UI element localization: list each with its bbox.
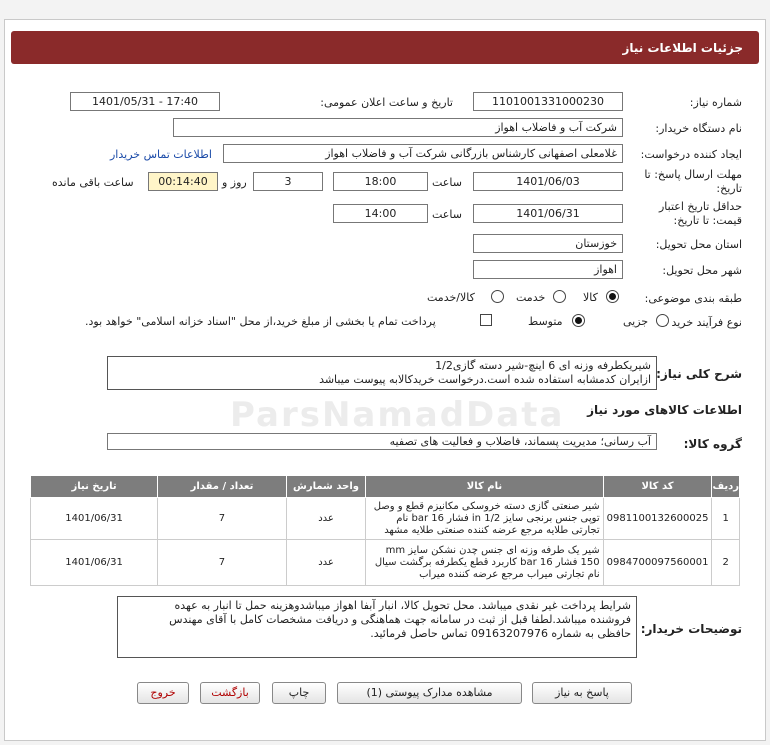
validity-label-2: قیمت: تا تاریخ:: [673, 214, 742, 227]
need-number-label: شماره نیاز:: [689, 96, 742, 109]
category-service-label: خدمت: [516, 291, 546, 304]
creator-field[interactable]: غلامعلی اصفهانی کارشناس بازرگانی شرکت آب…: [223, 144, 623, 163]
category-goods-service-label: کالا/خدمت: [427, 291, 475, 304]
announce-label: تاریخ و ساعت اعلان عمومی:: [320, 96, 453, 109]
goods-info-title: اطلاعات کالاهای مورد نیاز: [587, 403, 742, 417]
remaining-time-field: 00:14:40: [148, 172, 218, 191]
page-title: جزئیات اطلاعات نیاز: [11, 31, 759, 64]
buyer-org-label: نام دستگاه خریدار:: [655, 122, 742, 135]
city-field[interactable]: اهواز: [473, 260, 623, 279]
process-minor-radio[interactable]: [656, 314, 669, 327]
back-button[interactable]: بازگشت: [200, 682, 260, 704]
category-service-radio[interactable]: [553, 290, 566, 303]
category-label: طبقه بندی موضوعی:: [644, 292, 742, 305]
col-name: نام کالا: [365, 475, 604, 498]
buyer-notes-line-3: حافظی به شماره 09163207976 تماس حاصل فرم…: [370, 627, 631, 640]
province-field[interactable]: خوزستان: [473, 234, 623, 253]
buyer-contact-link[interactable]: اطلاعات تماس خریدار: [110, 148, 212, 161]
general-desc-line-2: ازایران کدمشابه استفاده شده است.درخواست …: [319, 373, 651, 386]
buyer-org-field[interactable]: شرکت آب و فاضلاب اهواز: [173, 118, 623, 137]
validity-date-field[interactable]: 1401/06/31: [473, 204, 623, 223]
category-goods-label: کالا: [583, 291, 598, 304]
buyer-notes-line-1: شرایط پرداخت غیر نقدی میباشد. محل تحویل …: [174, 599, 631, 612]
treasury-checkbox[interactable]: [480, 314, 492, 326]
deadline-label-2: تاریخ:: [716, 182, 742, 195]
reply-button[interactable]: پاسخ به نیاز: [532, 682, 632, 704]
col-unit: واحد شمارش: [285, 475, 367, 498]
process-label: نوع فرآیند خرید :: [664, 316, 742, 329]
validity-label: حداقل تاریخ اعتبار: [658, 200, 742, 213]
buyer-notes-line-2: فروشنده میباشد.لطفا قبل از ثبت در سامانه…: [169, 613, 631, 626]
deadline-time-field[interactable]: 18:00: [333, 172, 428, 191]
print-button[interactable]: چاپ: [272, 682, 326, 704]
validity-time-label: ساعت: [432, 208, 462, 221]
category-goods-service-radio[interactable]: [491, 290, 504, 303]
col-date: تاریخ نیاز: [29, 475, 159, 498]
buyer-notes-box: شرایط پرداخت غیر نقدی میباشد. محل تحویل …: [117, 596, 637, 658]
table-row[interactable]: 1 0981100132600025 شیر صنعتی گازی دسته خ…: [29, 497, 740, 540]
exit-button[interactable]: خروج: [137, 682, 189, 704]
cell-qty: 7: [157, 539, 287, 586]
process-medium-label: متوسط: [528, 315, 563, 328]
cell-row: 2: [711, 539, 740, 586]
process-minor-label: جزیی: [623, 315, 649, 328]
items-table: ردیف کد کالا نام کالا واحد شمارش تعداد /…: [29, 475, 740, 586]
cell-date: 1401/06/31: [29, 497, 159, 540]
col-code: کد کالا: [602, 475, 713, 498]
payment-note: پرداخت تمام یا بخشی از مبلغ خرید،از محل …: [85, 315, 436, 328]
remaining-label: ساعت باقی مانده: [52, 176, 134, 189]
col-row: ردیف: [711, 475, 740, 498]
city-label: شهر محل تحویل:: [662, 264, 742, 277]
goods-group-field: آب رسانی؛ مدیریت پسماند، فاضلاب و فعالیت…: [107, 433, 657, 450]
announce-field[interactable]: 1401/05/31 - 17:40: [70, 92, 220, 111]
cell-row: 1: [711, 497, 740, 540]
process-medium-radio[interactable]: [572, 314, 585, 327]
deadline-date-field[interactable]: 1401/06/03: [473, 172, 623, 191]
province-label: استان محل تحویل:: [655, 238, 742, 251]
general-desc-label: شرح کلی نیاز:: [656, 367, 742, 381]
table-row[interactable]: 2 0984700097560001 شیر یک طرفه وزنه ای ج…: [29, 539, 740, 586]
buyer-notes-label: توضیحات خریدار:: [640, 622, 742, 636]
general-desc-box: شیریکطرفه وزنه ای 6 اینچ-شیر دسته گازی1/…: [107, 356, 657, 390]
days-label: روز و: [222, 176, 247, 189]
need-number-field[interactable]: 1101001331000230: [473, 92, 623, 111]
goods-group-label: گروه کالا:: [683, 437, 742, 451]
cell-name: شیر صنعتی گازی دسته خروسکی مکانیزم قطع و…: [365, 497, 604, 540]
cell-date: 1401/06/31: [29, 539, 159, 586]
view-attachments-button[interactable]: مشاهده مدارک پیوستی (1): [337, 682, 522, 704]
category-goods-radio[interactable]: [606, 290, 619, 303]
watermark-logo: ParsNamadData: [230, 395, 565, 435]
days-field[interactable]: 3: [253, 172, 323, 191]
cell-unit: عدد: [285, 497, 367, 540]
col-qty: تعداد / مقدار: [157, 475, 287, 498]
general-desc-line-1: شیریکطرفه وزنه ای 6 اینچ-شیر دسته گازی1/…: [435, 359, 651, 372]
cell-name: شیر یک طرفه وزنه ای جنس چدن نشکن سایز mm…: [365, 539, 604, 586]
validity-time-field[interactable]: 14:00: [333, 204, 428, 223]
cell-code: 0981100132600025: [602, 497, 713, 540]
deadline-time-label: ساعت: [432, 176, 462, 189]
creator-label: ایجاد کننده درخواست:: [640, 148, 742, 161]
cell-unit: عدد: [285, 539, 367, 586]
cell-qty: 7: [157, 497, 287, 540]
deadline-label: مهلت ارسال پاسخ: تا: [644, 168, 742, 181]
cell-code: 0984700097560001: [602, 539, 713, 586]
